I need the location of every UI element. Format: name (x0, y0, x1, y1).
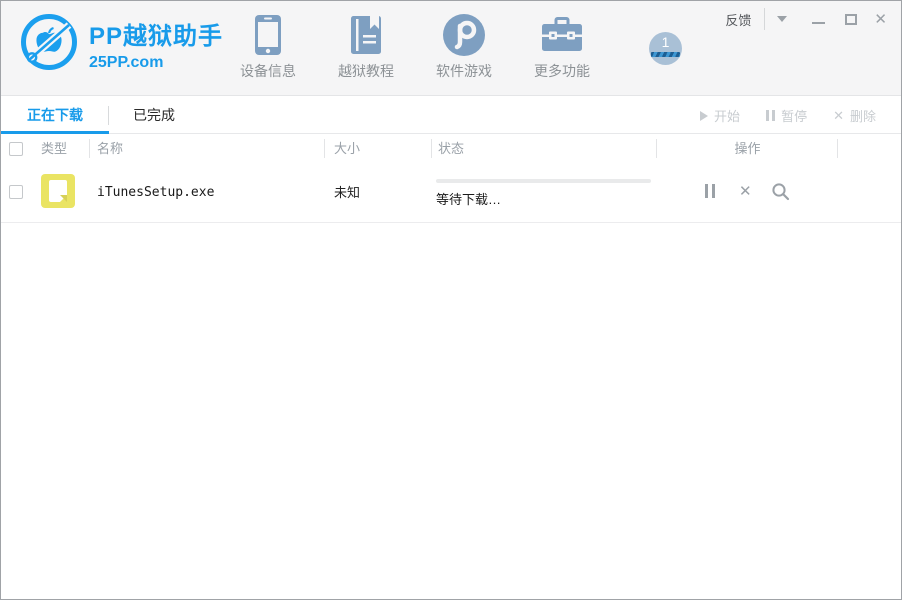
titlebar-controls: 反馈 ✕ (725, 7, 887, 31)
app-title: PP越狱助手 (89, 16, 223, 51)
active-tab-underline (1, 131, 109, 134)
download-progress-bar (436, 179, 651, 183)
file-size: 未知 (334, 163, 360, 223)
column-header-name: 名称 (97, 135, 123, 163)
nav-item-more-functions[interactable]: 更多功能 (513, 11, 611, 81)
minimize-button[interactable] (812, 22, 825, 24)
start-button[interactable]: 开始 (700, 106, 740, 125)
nav-label: 越狱教程 (338, 61, 394, 81)
tab-completed[interactable]: 已完成 (109, 97, 199, 134)
batch-actions: 开始 暂停 ✕ 删除 (674, 97, 901, 134)
column-divider (656, 139, 657, 158)
download-progress-stripes-icon (651, 52, 680, 57)
row-pause-button[interactable] (705, 184, 715, 198)
download-tabbar: 正在下载 已完成 开始 暂停 ✕ 删除 (1, 97, 901, 134)
nav-label: 更多功能 (534, 61, 590, 81)
app-window: PP越狱助手 25PP.com 设备信息 (0, 0, 902, 600)
delete-icon: ✕ (833, 109, 844, 122)
pause-label: 暂停 (781, 106, 807, 125)
download-count: 1 (649, 34, 682, 50)
play-icon (700, 111, 708, 121)
download-table-header: 类型 名称 大小 状态 操作 (1, 135, 901, 163)
tab-downloading[interactable]: 正在下载 (1, 97, 109, 134)
nav-label: 设备信息 (240, 61, 296, 81)
maximize-button[interactable] (845, 14, 857, 25)
column-header-type: 类型 (41, 135, 67, 163)
pause-button[interactable]: 暂停 (766, 106, 807, 125)
app-identity: PP越狱助手 25PP.com (89, 16, 223, 72)
nav-item-jailbreak-tutorial[interactable]: 越狱教程 (317, 11, 415, 81)
pp-apps-icon (442, 11, 486, 58)
column-header-operation: 操作 (658, 135, 837, 163)
table-row: iTunesSetup.exe 未知 等待下载… ✕ (1, 163, 901, 223)
column-header-size: 大小 (334, 135, 360, 163)
close-button[interactable]: ✕ (874, 12, 887, 27)
download-status-text: 等待下载… (436, 189, 501, 208)
row-search-icon[interactable] (771, 182, 790, 206)
pause-icon (766, 110, 775, 121)
nav-item-software-games[interactable]: 软件游戏 (415, 11, 513, 81)
delete-label: 删除 (850, 106, 876, 125)
download-status-badge[interactable]: 1 (649, 32, 682, 65)
feedback-link[interactable]: 反馈 (725, 10, 751, 29)
nav-label: 软件游戏 (436, 61, 492, 81)
column-divider (89, 139, 90, 158)
toolbox-icon (541, 11, 583, 58)
start-label: 开始 (714, 106, 740, 125)
main-nav: 设备信息 越狱教程 (219, 11, 611, 81)
delete-button[interactable]: ✕ 删除 (833, 106, 876, 125)
tutorial-book-icon (350, 11, 382, 58)
column-divider (324, 139, 325, 158)
titlebar-divider (764, 8, 765, 30)
app-subtitle: 25PP.com (89, 54, 223, 72)
chevron-down-icon[interactable] (777, 16, 787, 22)
row-cancel-button[interactable]: ✕ (739, 184, 752, 199)
column-divider (431, 139, 432, 158)
file-type-icon (41, 174, 75, 208)
nav-item-device-info[interactable]: 设备信息 (219, 11, 317, 81)
file-name: iTunesSetup.exe (97, 163, 214, 223)
device-phone-icon (254, 11, 282, 58)
app-header: PP越狱助手 25PP.com 设备信息 (1, 1, 901, 96)
row-checkbox[interactable] (9, 185, 23, 199)
column-divider (837, 139, 838, 158)
column-header-status: 状态 (438, 135, 464, 163)
select-all-checkbox[interactable] (9, 142, 23, 156)
pp-jailbreak-logo-icon (19, 12, 79, 72)
